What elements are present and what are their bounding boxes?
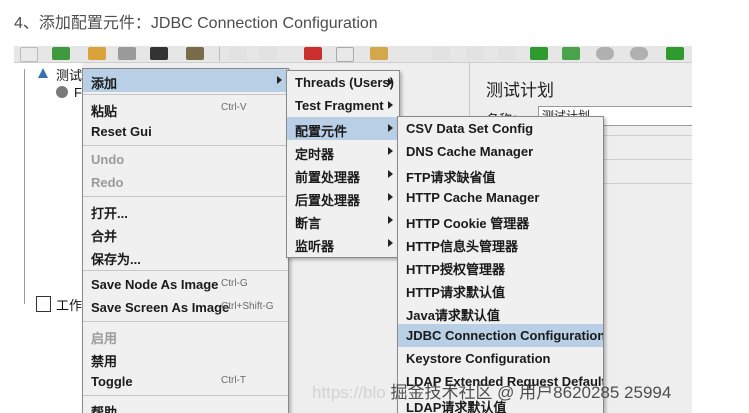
stop-icon[interactable]: [596, 47, 614, 60]
test-plan-tree: 测试计 F 工作: [14, 63, 95, 413]
panel-title: 测试计划: [486, 81, 554, 100]
menu-item-config-element[interactable]: 配置元件: [287, 117, 399, 140]
menu-item-pre-processor[interactable]: 前置处理器: [287, 163, 399, 186]
add-submenu: Threads (Users) Test Fragment 配置元件 定时器 前…: [286, 70, 400, 258]
context-menu: 添加 粘贴 Ctrl-V Reset Gui Undo Redo 打开... 合并…: [82, 68, 289, 413]
menu-item-open[interactable]: 打开...: [83, 199, 288, 222]
menu-item-save-screen-image[interactable]: Save Screen As Image Ctrl+Shift-G: [83, 296, 288, 319]
toolbar: [14, 46, 692, 63]
menu-separator: [83, 321, 288, 322]
menu-item-test-fragment[interactable]: Test Fragment: [287, 94, 399, 117]
menu-item-post-processor[interactable]: 后置处理器: [287, 186, 399, 209]
menu-item-java-defaults[interactable]: Java请求默认值: [398, 301, 603, 324]
thread-group-icon: [56, 86, 68, 98]
undo-icon[interactable]: [229, 47, 247, 60]
menu-item-listener[interactable]: 监听器: [287, 232, 399, 255]
submenu-arrow-icon: [388, 239, 393, 247]
menu-item-paste[interactable]: 粘贴 Ctrl-V: [83, 97, 288, 120]
menu-item-keystore[interactable]: Keystore Configuration: [398, 347, 603, 370]
menu-item-save-as[interactable]: 保存为...: [83, 245, 288, 268]
menu-item-timer[interactable]: 定时器: [287, 140, 399, 163]
submenu-arrow-icon: [388, 170, 393, 178]
test-plan-icon: [38, 68, 48, 78]
copy-icon[interactable]: [336, 47, 354, 62]
toolbar-separator: [219, 47, 220, 61]
start-icon[interactable]: [530, 47, 548, 60]
start-no-pause-icon[interactable]: [562, 47, 580, 60]
menu-item-csv-data-set[interactable]: CSV Data Set Config: [398, 117, 603, 140]
menu-separator: [83, 145, 288, 146]
cut-icon[interactable]: [304, 47, 322, 60]
menu-item-jdbc-connection[interactable]: JDBC Connection Configuration: [398, 324, 603, 347]
config-element-submenu: CSV Data Set Config DNS Cache Manager FT…: [397, 116, 604, 413]
menu-item-http-cache[interactable]: HTTP Cache Manager: [398, 186, 603, 209]
collapse-icon[interactable]: [466, 47, 484, 60]
menu-item-disable[interactable]: 禁用: [83, 347, 288, 370]
submenu-arrow-icon: [388, 124, 393, 132]
expand-icon[interactable]: [432, 47, 450, 60]
menu-item-merge[interactable]: 合并: [83, 222, 288, 245]
shutdown-icon[interactable]: [630, 47, 648, 60]
open-icon[interactable]: [88, 47, 106, 60]
menu-item-ftp-defaults[interactable]: FTP请求缺省值: [398, 163, 603, 186]
menu-item-dns-cache[interactable]: DNS Cache Manager: [398, 140, 603, 163]
save-icon[interactable]: [118, 47, 136, 60]
paste-icon[interactable]: [370, 47, 388, 60]
tree-line-icon: [24, 69, 25, 304]
image-icon[interactable]: [186, 47, 204, 60]
submenu-arrow-icon: [388, 193, 393, 201]
menu-item-redo: Redo: [91, 175, 124, 190]
tree-item-thread-group[interactable]: F: [74, 85, 82, 100]
page-heading: 4、添加配置元件：JDBC Connection Configuration: [14, 15, 378, 32]
menu-item-http-defaults[interactable]: HTTP请求默认值: [398, 278, 603, 301]
menu-separator: [83, 395, 288, 396]
submenu-arrow-icon: [388, 216, 393, 224]
jmeter-window: 测试计 F 工作 测试计划 名称： 测试计划 添加 粘贴Ctrl-V Reset…: [14, 46, 692, 413]
menu-item-enable: 启用: [91, 331, 118, 346]
submenu-arrow-icon: [388, 101, 393, 109]
menu-item-add[interactable]: 添加: [83, 69, 288, 92]
menu-item-toggle[interactable]: Toggle Ctrl-T: [83, 370, 288, 393]
menu-item-undo: Undo: [91, 152, 125, 167]
save-screen-icon[interactable]: [150, 47, 168, 60]
toggle-icon[interactable]: [498, 47, 516, 60]
menu-separator: [83, 270, 288, 271]
tree-item-workbench[interactable]: 工作: [56, 295, 82, 314]
menu-item-save-node-image[interactable]: Save Node As Image Ctrl-G: [83, 273, 288, 296]
watermark-url: https://blo: [312, 383, 386, 402]
menu-separator: [83, 94, 288, 95]
menu-separator: [83, 196, 288, 197]
watermark-text: 掘金技术社区 @ 用户8620285 25994: [390, 383, 672, 402]
new-icon[interactable]: [20, 47, 38, 62]
menu-item-http-auth[interactable]: HTTP授权管理器: [398, 255, 603, 278]
menu-item-reset-gui[interactable]: Reset Gui: [83, 120, 288, 143]
templates-icon[interactable]: [52, 47, 70, 60]
workbench-icon: [36, 296, 51, 312]
menu-item-http-header[interactable]: HTTP信息头管理器: [398, 232, 603, 255]
submenu-arrow-icon: [388, 147, 393, 155]
submenu-arrow-icon: [277, 76, 282, 84]
redo-icon[interactable]: [259, 47, 277, 60]
menu-item-help[interactable]: 帮助: [83, 398, 288, 413]
submenu-arrow-icon: [388, 78, 393, 86]
menu-item-assertion[interactable]: 断言: [287, 209, 399, 232]
remote-start-icon[interactable]: [666, 47, 684, 60]
watermark: https://blo 掘金技术社区 @ 用户8620285 25994: [312, 378, 671, 403]
menu-item-threads[interactable]: Threads (Users): [287, 71, 399, 94]
menu-item-http-cookie[interactable]: HTTP Cookie 管理器: [398, 209, 603, 232]
